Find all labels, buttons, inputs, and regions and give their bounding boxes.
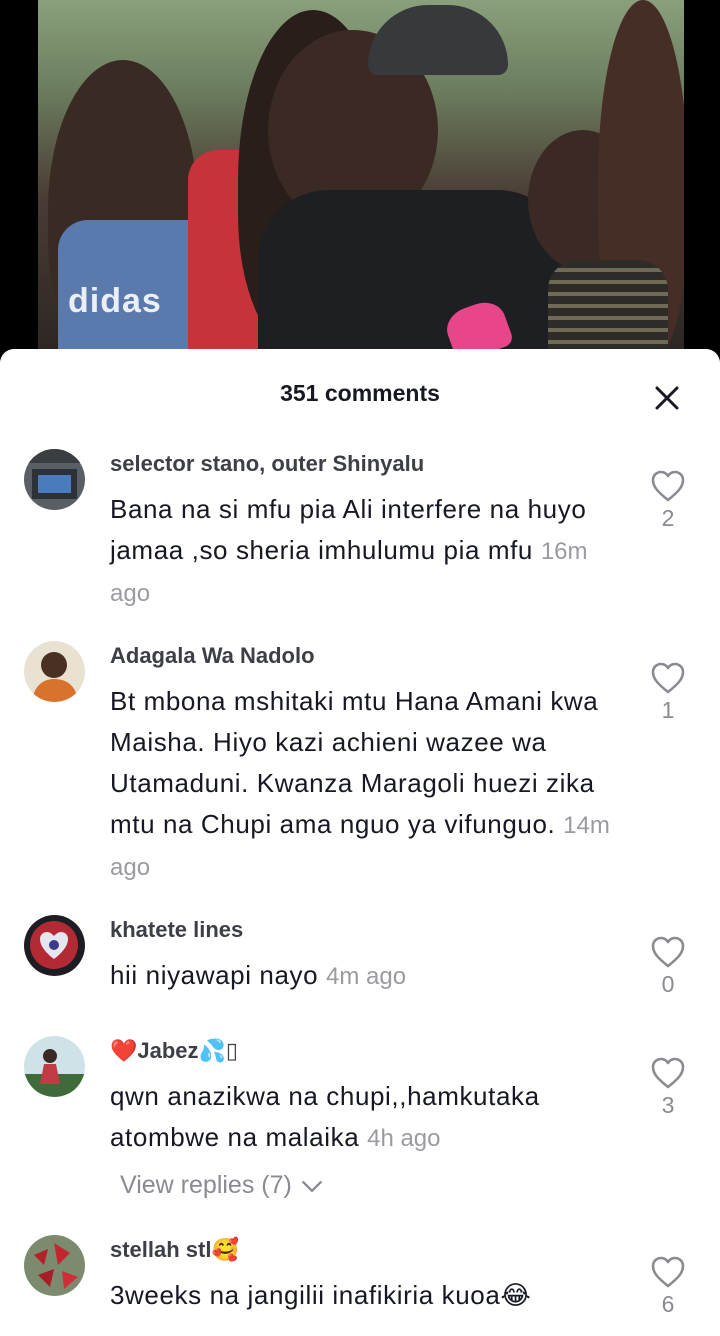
like-count: 1 [661,697,675,723]
person-figure [258,190,568,360]
close-icon[interactable] [652,383,682,413]
comment-body: qwn anazikwa na chupi,,hamkutaka atombwe… [110,1081,540,1152]
comment-body: 3weeks na jangilii inafikiria kuoa😂 [110,1280,532,1310]
avatar[interactable] [24,1235,85,1296]
avatar[interactable] [24,449,85,510]
like-count: 6 [661,1291,675,1317]
comment-body: Bana na si mfu pia Ali interfere na huyo… [110,494,587,565]
comment-username[interactable]: khatete lines [110,917,243,943]
view-replies-button[interactable]: View replies (7) [120,1171,323,1200]
comment-username[interactable]: stellah stl🥰 [110,1237,239,1263]
heart-outline-icon [651,662,685,694]
comment-username[interactable]: selector stano, outer Shinyalu [110,451,424,477]
comment-time: 4h ago [367,1125,441,1152]
comment-username[interactable]: Adagala Wa Nadolo [110,643,315,669]
avatar[interactable] [24,915,85,976]
comments-sheet: 351 comments selector stano, outer Shiny… [0,349,720,1336]
heart-outline-icon [651,470,685,502]
like-button[interactable]: 6 [650,1255,686,1318]
view-replies-label: View replies (7) [120,1171,292,1199]
heart-outline-icon [651,1256,685,1288]
comment-body: Bt mbona mshitaki mtu Hana Amani kwa Mai… [110,686,599,839]
comment-text: qwn anazikwa na chupi,,hamkutaka atombwe… [110,1076,630,1159]
heart-outline-icon [651,1057,685,1089]
like-button[interactable]: 2 [650,469,686,532]
comment-time: 4m ago [326,963,407,990]
comment-text: hii niyawapi nayo 4m ago [110,955,630,997]
like-button[interactable]: 3 [650,1056,686,1119]
like-count: 0 [661,971,675,997]
like-button[interactable]: 1 [650,661,686,724]
cap-shape [368,5,508,75]
comment-text: Bt mbona mshitaki mtu Hana Amani kwa Mai… [110,681,630,888]
like-button[interactable]: 0 [650,935,686,998]
person-figure [548,260,668,360]
video-player[interactable]: didas [0,0,720,360]
avatar[interactable] [24,641,85,702]
comment-username[interactable]: ❤️Jabez💦▯ [110,1038,238,1064]
comments-count-title: 351 comments [280,380,440,406]
shirt-logo-text: didas [68,282,162,320]
video-frame: didas [38,0,684,360]
like-count: 2 [661,505,675,531]
comment-body: hii niyawapi nayo [110,960,319,990]
comment-text: 3weeks na jangilii inafikiria kuoa😂 [110,1275,630,1316]
comment-text: Bana na si mfu pia Ali interfere na huyo… [110,489,630,614]
chevron-down-icon [301,1180,322,1192]
avatar[interactable] [24,1036,85,1097]
heart-outline-icon [651,936,685,968]
like-count: 3 [661,1092,675,1118]
